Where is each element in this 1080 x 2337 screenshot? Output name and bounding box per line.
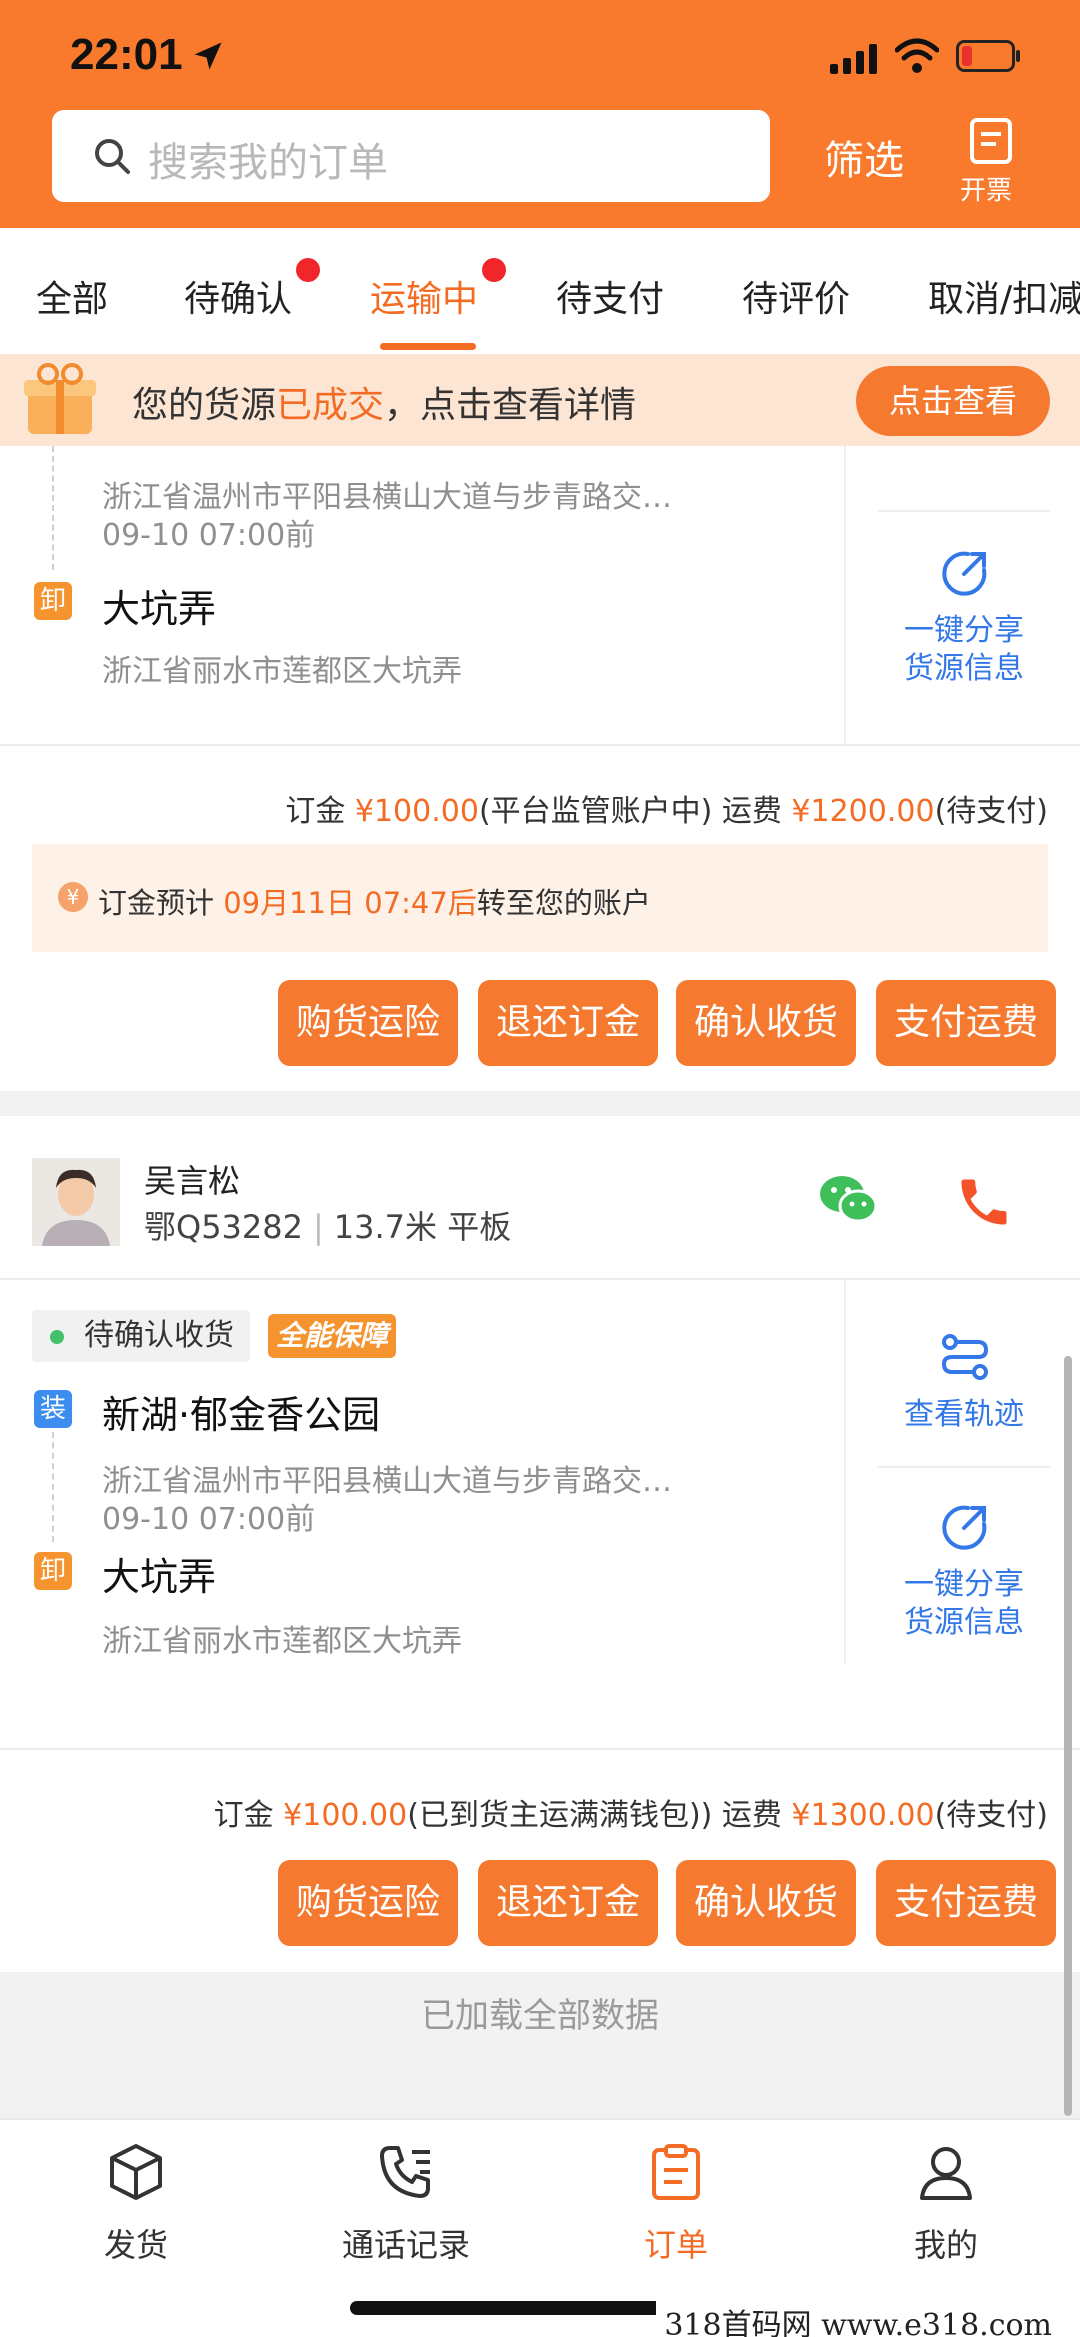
tab-all[interactable]: 全部	[36, 270, 108, 322]
share-label: 一键分享	[904, 1567, 1024, 1602]
nav-orders[interactable]: 订单	[576, 2130, 776, 2270]
unload-name: 大坑弄	[102, 587, 217, 631]
tab-pending-review[interactable]: 待评价	[742, 270, 850, 322]
gift-box-icon	[24, 363, 96, 434]
invoice-label: 开票	[960, 176, 1013, 206]
driver-row[interactable]: 吴言松 鄂Q53282 | 13.7米 平板	[0, 1116, 1080, 1280]
card-divider	[0, 1748, 1080, 1750]
refund-deposit-button[interactable]: 退还订金	[478, 1860, 658, 1946]
side-divider	[878, 1466, 1050, 1468]
user-profile-icon	[920, 2147, 972, 2200]
guarantee-badge: 全能保障	[268, 1314, 397, 1358]
share-source-button[interactable]: 一键分享 货源信息	[846, 1500, 1080, 1660]
filter-button[interactable]: 筛选	[824, 128, 904, 186]
share-label: 一键分享	[904, 613, 1024, 648]
tab-notification-dot	[296, 258, 320, 282]
search-input[interactable]: 搜索我的订单	[52, 110, 770, 202]
unload-tag: 卸	[34, 582, 72, 620]
all-loaded-text: 已加载全部数据	[421, 1996, 659, 2036]
driver-avatar	[32, 1158, 120, 1246]
share-label-line2: 货源信息	[904, 1605, 1024, 1640]
search-placeholder: 搜索我的订单	[148, 140, 388, 186]
invoice-icon	[970, 118, 1012, 164]
call-log-icon	[380, 2146, 430, 2198]
view-track-button[interactable]: 查看轨迹	[846, 1330, 1080, 1450]
driver-name: 吴言松	[144, 1162, 241, 1200]
route-dash-line	[52, 446, 54, 570]
order-card: 浙江省温州市平阳县横山大道与步青路交… 09-10 07:00前 卸 大坑弄 浙…	[0, 446, 1080, 1091]
view-details-button[interactable]: 点击查看	[856, 366, 1050, 436]
route-section[interactable]: 待确认收货 全能保障 装 新湖·郁金香公园 浙江省温州市平阳县横山大道与步青路交…	[0, 1280, 844, 1664]
confirm-receipt-button[interactable]: 确认收货	[676, 980, 856, 1066]
nav-call-history[interactable]: 通话记录	[306, 2130, 506, 2270]
yuan-coin-icon: ¥	[58, 882, 88, 912]
nav-label: 订单	[643, 2226, 708, 2264]
nav-label: 发货	[103, 2226, 168, 2264]
phone-icon[interactable]	[954, 1172, 1014, 1232]
unload-tag: 卸	[34, 1552, 72, 1590]
buy-cargo-insurance-button[interactable]: 购货运险	[278, 1860, 458, 1946]
pay-freight-button[interactable]: 支付运费	[876, 1860, 1056, 1946]
unload-address-detail: 浙江省丽水市莲都区大坑弄	[102, 1624, 462, 1659]
route-section[interactable]: 浙江省温州市平阳县横山大道与步青路交… 09-10 07:00前 卸 大坑弄 浙…	[0, 446, 844, 746]
battery-low-icon	[956, 40, 1020, 72]
watermark: 318首码网 www.e318.com	[656, 2300, 1060, 2337]
pay-freight-button[interactable]: 支付运费	[876, 980, 1056, 1066]
status-badge: 待确认收货	[32, 1310, 250, 1362]
nav-ship[interactable]: 发货	[36, 2130, 236, 2270]
order-card: 吴言松 鄂Q53282 | 13.7米 平板 待确认收货 全能保障 装 新湖·郁金香…	[0, 1116, 1080, 1972]
card-divider	[0, 744, 1080, 746]
route-track-icon	[941, 1334, 989, 1380]
share-icon	[942, 551, 987, 596]
order-status-tabs: 全部 待确认 运输中 待支付 待评价 取消/扣减	[0, 228, 1080, 354]
fee-summary: 订金 ¥100.00(平台监管账户中) 运费 ¥1200.00(待支付)	[285, 794, 1048, 829]
location-arrow-icon	[194, 42, 222, 70]
deal-banner[interactable]: 您的货源已成交，点击查看详情 点击查看	[0, 354, 1080, 446]
tab-pending-payment[interactable]: 待支付	[556, 270, 664, 322]
app-header: 22:01 搜索我的订单 筛选 开票	[0, 0, 1080, 228]
share-icon	[942, 1505, 987, 1550]
share-label-line2: 货源信息	[904, 651, 1024, 686]
unload-name: 大坑弄	[102, 1555, 217, 1599]
load-time: 09-10 07:00前	[102, 518, 316, 553]
load-time: 09-10 07:00前	[102, 1502, 316, 1537]
wechat-icon[interactable]	[818, 1172, 878, 1228]
banner-message: 您的货源已成交，点击查看详情	[132, 385, 637, 426]
load-tag: 装	[34, 1390, 72, 1428]
nav-profile[interactable]: 我的	[846, 2130, 1046, 2270]
tab-cancelled[interactable]: 取消/扣减	[928, 270, 1080, 322]
confirm-receipt-button[interactable]: 确认收货	[676, 1860, 856, 1946]
tab-pending-confirm[interactable]: 待确认	[184, 270, 292, 322]
tab-in-transit[interactable]: 运输中	[370, 270, 478, 322]
nav-label: 通话记录	[341, 2226, 470, 2264]
order-clipboard-icon	[652, 2144, 700, 2200]
active-tab-indicator	[380, 343, 476, 350]
vehicle-info: 鄂Q53282 | 13.7米 平板	[144, 1208, 512, 1246]
fee-summary: 订金 ¥100.00(已到货主运满满钱包)) 运费 ¥1300.00(待支付)	[213, 1798, 1048, 1833]
view-track-label: 查看轨迹	[904, 1397, 1024, 1432]
deposit-transfer-notice: ¥ 订金预计 09月11日 07:47后转至您的账户	[32, 844, 1048, 952]
status-time: 22:01	[70, 30, 183, 79]
cellular-signal-icon	[830, 44, 877, 74]
share-source-button[interactable]: 一键分享 货源信息	[846, 546, 1080, 706]
load-name: 新湖·郁金香公园	[102, 1393, 381, 1437]
side-divider	[878, 510, 1050, 512]
card-side-actions: 一键分享 货源信息	[844, 446, 1080, 746]
invoice-button[interactable]: 开票	[956, 116, 1026, 206]
tab-notification-dot	[482, 258, 506, 282]
status-dot	[50, 1330, 64, 1344]
notice-text: 订金预计 09月11日 07:47后转至您的账户	[98, 886, 651, 920]
package-box-icon	[110, 2144, 162, 2200]
refund-deposit-button[interactable]: 退还订金	[478, 980, 658, 1066]
wifi-icon	[895, 38, 939, 73]
scrollbar[interactable]	[1064, 1356, 1072, 2116]
unload-address-detail: 浙江省丽水市莲都区大坑弄	[102, 654, 462, 689]
nav-label: 我的	[913, 2226, 978, 2264]
card-side-actions: 查看轨迹 一键分享 货源信息	[844, 1280, 1080, 1664]
buy-cargo-insurance-button[interactable]: 购货运险	[278, 980, 458, 1066]
search-icon	[95, 139, 130, 174]
route-dash-line	[52, 1432, 54, 1542]
